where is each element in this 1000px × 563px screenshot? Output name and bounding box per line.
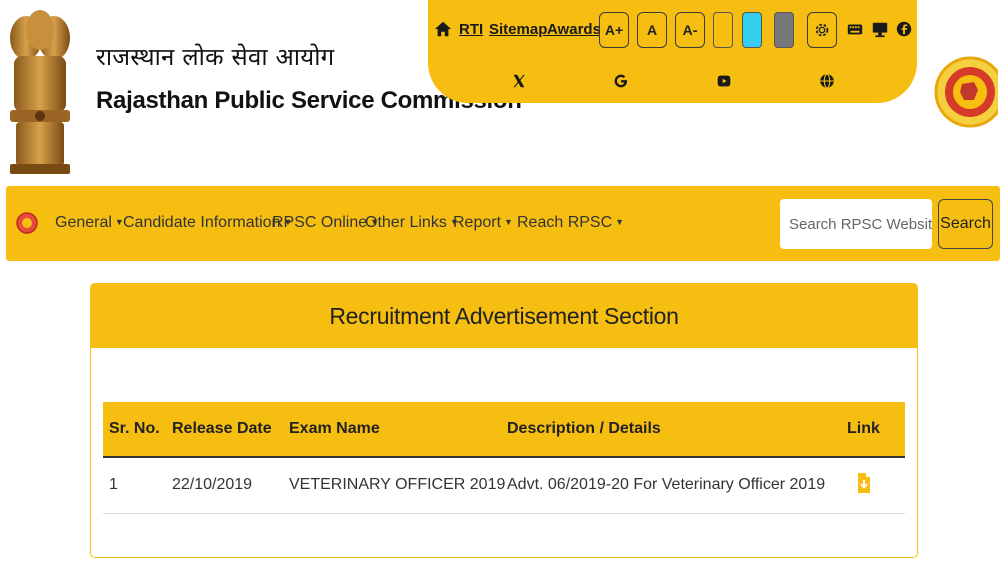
- awards-link[interactable]: Awards: [547, 18, 601, 40]
- home-icon[interactable]: [432, 18, 454, 40]
- table-row: 1 22/10/2019 VETERINARY OFFICER 2019 Adv…: [103, 457, 905, 514]
- google-icon[interactable]: [612, 72, 630, 90]
- font-decrease-button[interactable]: A-: [675, 12, 705, 48]
- card-header: Recruitment Advertisement Section: [91, 284, 917, 348]
- settings-icon[interactable]: [807, 12, 837, 48]
- cell-description: Advt. 06/2019-20 For Veterinary Officer …: [507, 457, 847, 514]
- x-icon[interactable]: [510, 72, 528, 90]
- col-header-link: Link: [847, 402, 905, 458]
- nav-other-links[interactable]: Other Links ▼: [365, 214, 459, 232]
- cell-release-date: 22/10/2019: [172, 457, 289, 514]
- keyboard-icon[interactable]: [846, 20, 864, 38]
- nav-candidate-information[interactable]: Candidate Information ▼: [123, 214, 292, 232]
- facebook-icon[interactable]: [895, 20, 913, 38]
- desktop-icon[interactable]: [871, 20, 889, 38]
- accessibility-toolbar: RTI Sitemap Awards A+ A A-: [428, 0, 917, 103]
- search-button[interactable]: Search: [938, 199, 993, 249]
- col-header-release-date: Release Date: [172, 402, 289, 458]
- font-normal-button[interactable]: A: [637, 12, 667, 48]
- ashoka-emblem-icon: [6, 8, 74, 176]
- main-navbar: General ▼ Candidate Information ▼ RPSC Onl…: [6, 186, 1000, 261]
- nav-rpsc-online[interactable]: RPSC Online ▼: [272, 214, 379, 232]
- theme-grey-swatch[interactable]: [774, 12, 794, 48]
- nav-logo-icon[interactable]: [16, 212, 38, 234]
- youtube-icon[interactable]: [715, 72, 733, 90]
- pdf-download-icon[interactable]: [857, 472, 871, 499]
- nav-reach-rpsc[interactable]: Reach RPSC ▼: [517, 214, 624, 232]
- search-input[interactable]: [780, 199, 932, 249]
- cell-exam-name: VETERINARY OFFICER 2019: [289, 457, 507, 514]
- theme-cyan-swatch[interactable]: [742, 12, 762, 48]
- table-header-row: Sr. No. Release Date Exam Name Descripti…: [103, 402, 905, 458]
- col-header-exam-name: Exam Name: [289, 402, 507, 458]
- advertisement-table: Sr. No. Release Date Exam Name Descripti…: [103, 402, 905, 514]
- globe-icon[interactable]: [818, 72, 836, 90]
- sitemap-link[interactable]: Sitemap: [489, 18, 547, 40]
- nav-general[interactable]: General ▼: [55, 214, 124, 232]
- cell-sr-no: 1: [103, 457, 172, 514]
- col-header-sr-no: Sr. No.: [103, 402, 172, 458]
- cell-link: [847, 457, 905, 514]
- rpsc-seal-icon: [934, 34, 1000, 152]
- rti-link[interactable]: RTI: [459, 18, 483, 40]
- font-increase-button[interactable]: A+: [599, 12, 629, 48]
- recruitment-advertisement-card: Recruitment Advertisement Section Sr. No…: [90, 283, 918, 558]
- section-title: Recruitment Advertisement Section: [329, 302, 679, 329]
- nav-report[interactable]: Report ▼: [453, 214, 513, 232]
- theme-default-swatch[interactable]: [713, 12, 733, 48]
- col-header-description: Description / Details: [507, 402, 847, 458]
